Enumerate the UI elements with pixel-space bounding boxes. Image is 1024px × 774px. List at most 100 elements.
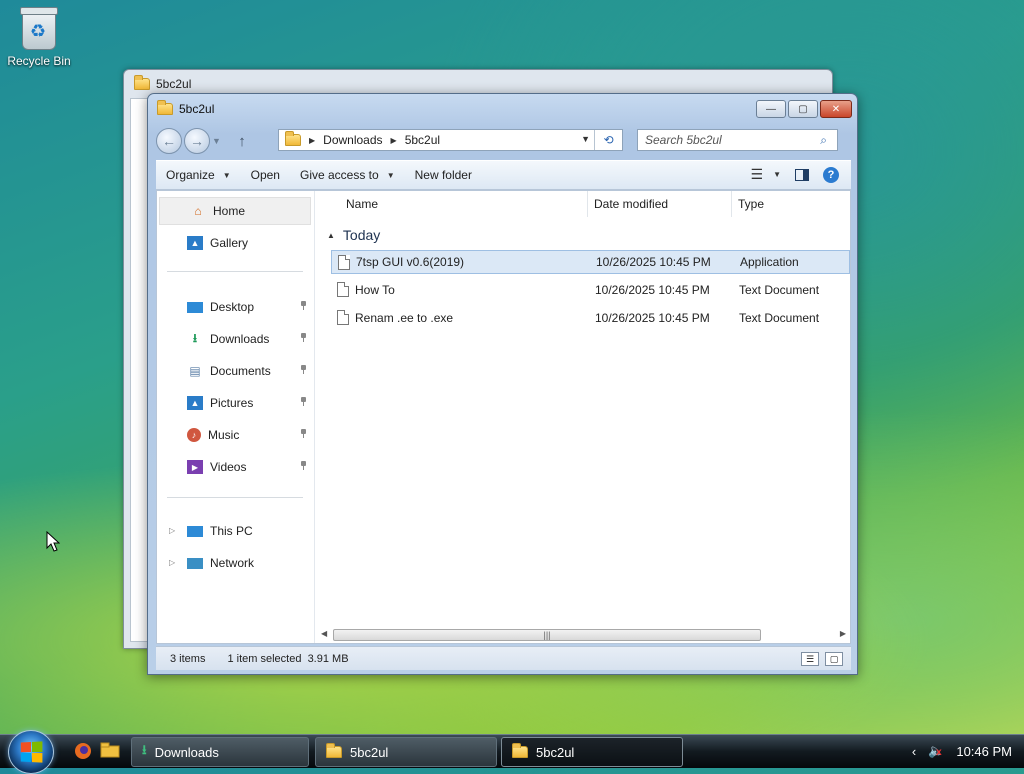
navigation-pane: ⌂ Home ▲ Gallery Desktop ⭳ Downloads ▤ D…	[157, 191, 315, 643]
large-icons-view-icon[interactable]: ▢	[825, 652, 843, 666]
file-row[interactable]: How To 10/26/2025 10:45 PM Text Document	[331, 278, 850, 302]
pin-icon[interactable]	[300, 365, 307, 374]
pin-icon[interactable]	[300, 301, 307, 310]
close-button[interactable]: ✕	[820, 100, 852, 118]
organize-label: Organize	[166, 168, 215, 182]
address-dropdown-icon[interactable]: ▼	[581, 134, 590, 144]
taskbar-item-downloads[interactable]: ⭳ Downloads	[131, 737, 309, 767]
mouse-cursor-icon	[46, 531, 60, 552]
nav-item-label: Network	[210, 556, 255, 570]
chevron-down-icon: ▼	[222, 170, 231, 180]
navigation-bar: ← → ▼ ↑ ▶ Downloads ▶ 5bc2ul ▼ ⟲ Search …	[156, 126, 849, 156]
background-window-title: 5bc2ul	[156, 77, 192, 91]
clock[interactable]: 10:46 PM	[956, 744, 1012, 759]
breadcrumb-current[interactable]: 5bc2ul	[405, 133, 440, 147]
help-button[interactable]: ?	[823, 166, 839, 183]
pin-icon[interactable]	[300, 429, 307, 438]
home-icon: ⌂	[194, 204, 202, 218]
taskbar-item-folder-active[interactable]: 5bc2ul	[501, 737, 683, 767]
taskbar-item-folder[interactable]: 5bc2ul	[315, 737, 497, 767]
search-input[interactable]: Search 5bc2ul ⌕	[637, 129, 838, 151]
nav-item-downloads[interactable]: ⭳ Downloads	[157, 325, 313, 353]
nav-item-label: Desktop	[210, 300, 255, 314]
start-button[interactable]	[8, 730, 54, 774]
nav-item-home[interactable]: ⌂ Home	[159, 197, 311, 225]
column-date-modified[interactable]: Date modified	[594, 197, 668, 211]
change-view-button[interactable]: ☰ ▼	[751, 166, 781, 183]
nav-item-desktop[interactable]: Desktop	[157, 293, 313, 321]
new-folder-button[interactable]: New folder	[405, 168, 482, 182]
column-divider[interactable]	[587, 191, 588, 217]
recent-locations-dropdown[interactable]: ▼	[212, 136, 224, 146]
selection-info: 1 item selected 3.91 MB	[227, 652, 349, 665]
folder-icon	[285, 131, 301, 146]
taskbar-item-label: 5bc2ul	[350, 744, 389, 760]
search-icon[interactable]: ⌕	[820, 133, 827, 148]
file-name: 7tsp GUI v0.6(2019)	[356, 255, 465, 269]
file-row[interactable]: Renam .ee to .exe 10/26/2025 10:45 PM Te…	[331, 306, 850, 330]
taskbar: ⭳ Downloads 5bc2ul 5bc2ul ‹ 🔈 x 10:46 PM	[0, 730, 1024, 774]
nav-divider	[167, 497, 303, 498]
back-button[interactable]: ←	[156, 128, 182, 154]
recycle-bin-shortcut[interactable]: ♻ Recycle Bin	[6, 7, 72, 68]
preview-pane-button[interactable]	[795, 168, 809, 181]
application-file-icon	[338, 255, 350, 270]
nav-item-music[interactable]: ♪ Music	[157, 421, 313, 449]
explorer-window[interactable]: 5bc2ul — ▢ ✕ ← → ▼ ↑ ▶ Downloads ▶ 5bc2u…	[147, 93, 858, 675]
nav-divider	[167, 271, 303, 272]
details-view-icon[interactable]: ☰	[801, 652, 819, 666]
show-hidden-icons-button[interactable]: ‹	[912, 744, 916, 759]
address-bar[interactable]: ▶ Downloads ▶ 5bc2ul ▼ ⟲	[278, 129, 623, 151]
scrollbar-thumb[interactable]: |||	[333, 629, 761, 641]
nav-item-pictures[interactable]: ▲ Pictures	[157, 389, 313, 417]
horizontal-scrollbar[interactable]: ◀ ||| ▶	[317, 627, 850, 643]
folder-icon	[512, 743, 528, 758]
nav-item-network[interactable]: ▷ Network	[157, 549, 313, 577]
group-label: Today	[342, 227, 381, 243]
chevron-down-icon: ▼	[773, 170, 781, 179]
maximize-button[interactable]: ▢	[788, 100, 818, 118]
nav-item-label: Downloads	[210, 332, 270, 346]
breadcrumb-downloads[interactable]: Downloads	[323, 133, 382, 147]
open-button[interactable]: Open	[241, 168, 290, 182]
nav-item-documents[interactable]: ▤ Documents	[157, 357, 313, 385]
download-icon: ⭳	[192, 330, 198, 345]
column-divider[interactable]	[731, 191, 732, 217]
column-name[interactable]: Name	[346, 197, 378, 211]
window-titlebar[interactable]: 5bc2ul — ▢ ✕	[148, 94, 857, 124]
nav-item-videos[interactable]: ▶ Videos	[157, 453, 313, 481]
speaker-muted-icon[interactable]: 🔈 x	[928, 743, 944, 759]
pin-icon[interactable]	[300, 397, 307, 406]
scroll-left-icon[interactable]: ◀	[321, 629, 327, 638]
recycle-bin-label: Recycle Bin	[7, 54, 71, 68]
file-list: Name Date modified Type ▲ Today 7tsp GUI…	[317, 191, 850, 643]
refresh-button[interactable]: ⟲	[594, 130, 622, 150]
new-folder-label: New folder	[414, 168, 472, 182]
file-type: Application	[740, 255, 799, 269]
gallery-icon: ▲	[187, 236, 203, 250]
forward-button[interactable]: →	[184, 128, 210, 154]
breadcrumb-separator-icon[interactable]: ▶	[309, 136, 315, 145]
minimize-button[interactable]: —	[756, 100, 786, 118]
folder-icon	[134, 75, 150, 90]
firefox-icon[interactable]	[74, 742, 92, 764]
content-area: ⌂ Home ▲ Gallery Desktop ⭳ Downloads ▤ D…	[156, 190, 851, 644]
file-explorer-icon[interactable]	[100, 742, 120, 762]
nav-item-this-pc[interactable]: ▷ This PC	[157, 517, 313, 545]
organize-button[interactable]: Organize ▼	[156, 168, 241, 182]
give-access-button[interactable]: Give access to ▼	[290, 168, 405, 182]
pin-icon[interactable]	[300, 333, 307, 342]
up-button[interactable]: ↑	[232, 133, 252, 150]
nav-item-label: Home	[213, 204, 246, 218]
scroll-right-icon[interactable]: ▶	[840, 629, 846, 638]
folder-icon	[157, 100, 173, 115]
file-row[interactable]: 7tsp GUI v0.6(2019) 10/26/2025 10:45 PM …	[331, 250, 850, 274]
expand-icon[interactable]: ▷	[169, 558, 175, 567]
breadcrumb-separator-icon[interactable]: ▶	[391, 136, 397, 145]
nav-item-gallery[interactable]: ▲ Gallery	[157, 229, 313, 257]
chevron-down-icon: ▼	[386, 170, 395, 180]
expand-icon[interactable]: ▷	[169, 526, 175, 535]
column-type[interactable]: Type	[738, 197, 764, 211]
group-header-today[interactable]: ▲ Today	[327, 227, 380, 243]
pin-icon[interactable]	[300, 461, 307, 470]
